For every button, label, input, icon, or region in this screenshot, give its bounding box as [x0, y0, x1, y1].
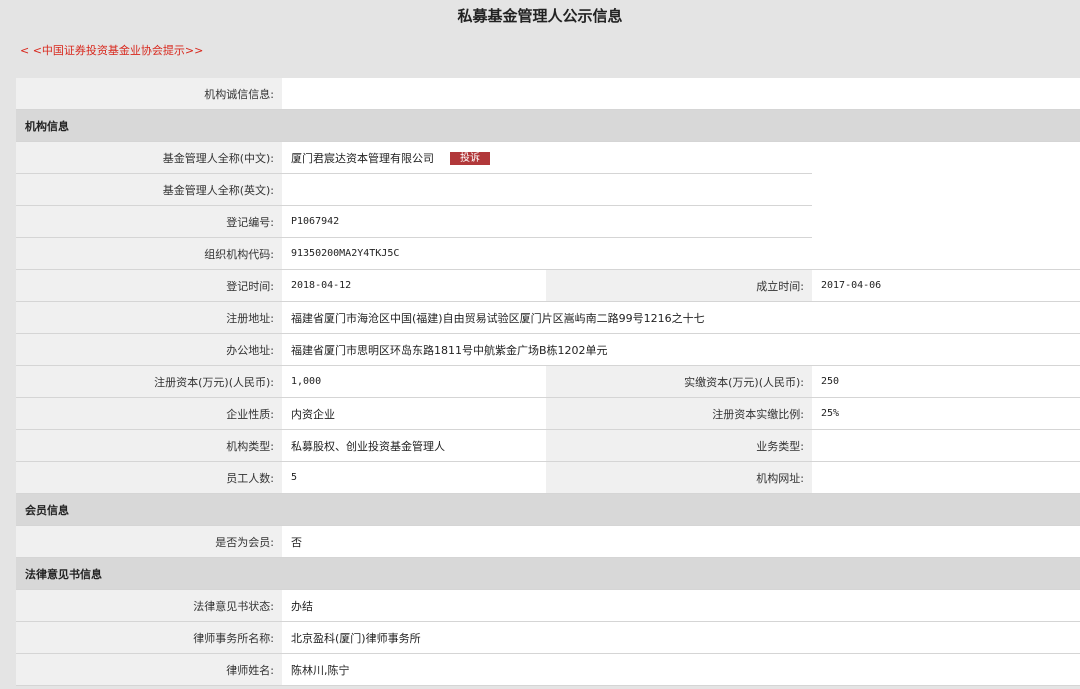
value-office-addr: 福建省厦门市思明区环岛东路1811号中航紫金广场B栋1202单元	[282, 333, 1080, 366]
label-org-code: 组织机构代码:	[16, 237, 282, 270]
back-link[interactable]: < <中国证券投资基金业协会提示>>	[20, 43, 203, 59]
label-integrity: 机构诚信信息:	[16, 78, 282, 110]
value-staff: 5	[282, 461, 546, 494]
value-reg-addr: 福建省厦门市海沧区中国(福建)自由贸易试验区厦门片区嵩屿南二路99号1216之十…	[282, 301, 1080, 334]
section-title-member: 会员信息	[16, 493, 1080, 526]
label-name-cn: 基金管理人全称(中文):	[16, 141, 282, 174]
label-office-addr: 办公地址:	[16, 333, 282, 366]
label-legal-status: 法律意见书状态:	[16, 589, 282, 622]
row-dates: 登记时间: 2018-04-12 成立时间: 2017-04-06	[16, 269, 1080, 302]
row-type: 机构类型: 私募股权、创业投资基金管理人 业务类型:	[16, 429, 1080, 462]
value-website	[812, 461, 1080, 494]
value-integrity	[282, 78, 1080, 110]
label-name-en: 基金管理人全称(英文):	[16, 173, 282, 206]
label-reg-no: 登记编号:	[16, 205, 282, 238]
info-table: 机构诚信信息: 机构信息 基金管理人全称(中文): 厦门君宸达资本管理有限公司 投…	[16, 78, 1080, 686]
value-reg-date: 2018-04-12	[282, 269, 546, 302]
value-paid-ratio: 25%	[812, 397, 1080, 430]
value-reg-capital: 1,000	[282, 365, 546, 398]
label-paid-ratio: 注册资本实缴比例:	[546, 397, 812, 430]
label-staff: 员工人数:	[16, 461, 282, 494]
value-legal-status: 办结	[282, 589, 1080, 622]
value-is-member: 否	[282, 525, 1080, 558]
row-lawyer: 律师姓名: 陈林川,陈宁	[16, 653, 1080, 686]
section-title-legal: 法律意见书信息	[16, 557, 1080, 590]
value-found-date: 2017-04-06	[812, 269, 1080, 302]
value-type: 私募股权、创业投资基金管理人	[282, 429, 546, 462]
label-reg-addr: 注册地址:	[16, 301, 282, 334]
label-paid-capital: 实缴资本(万元)(人民币):	[546, 365, 812, 398]
section-header-member: 会员信息	[16, 493, 1080, 526]
label-found-date: 成立时间:	[546, 269, 812, 302]
section-header-legal: 法律意见书信息	[16, 557, 1080, 590]
row-name-cn: 基金管理人全称(中文): 厦门君宸达资本管理有限公司 投诉	[16, 141, 1080, 270]
row-staff: 员工人数: 5 机构网址:	[16, 461, 1080, 494]
complain-button[interactable]: 投诉	[450, 152, 490, 165]
row-integrity: 机构诚信信息:	[16, 78, 1080, 110]
value-name-en	[282, 173, 812, 206]
value-reg-no: P1067942	[282, 205, 812, 238]
label-biz-type: 业务类型:	[546, 429, 812, 462]
section-title-org: 机构信息	[16, 109, 1080, 142]
label-lawyer: 律师姓名:	[16, 653, 282, 686]
label-reg-capital: 注册资本(万元)(人民币):	[16, 365, 282, 398]
value-lawyer: 陈林川,陈宁	[282, 653, 1080, 686]
label-type: 机构类型:	[16, 429, 282, 462]
label-reg-date: 登记时间:	[16, 269, 282, 302]
label-nature: 企业性质:	[16, 397, 282, 430]
value-name-cn-cell: 厦门君宸达资本管理有限公司 投诉	[282, 141, 812, 174]
label-law-firm: 律师事务所名称:	[16, 621, 282, 654]
value-paid-capital: 250	[812, 365, 1080, 398]
value-law-firm: 北京盈科(厦门)律师事务所	[282, 621, 1080, 654]
value-nature: 内资企业	[282, 397, 546, 430]
value-name-cn: 厦门君宸达资本管理有限公司	[291, 151, 434, 165]
label-is-member: 是否为会员:	[16, 525, 282, 558]
row-office-addr: 办公地址: 福建省厦门市思明区环岛东路1811号中航紫金广场B栋1202单元	[16, 333, 1080, 366]
row-is-member: 是否为会员: 否	[16, 525, 1080, 558]
blank-side-cell	[812, 141, 1080, 270]
page-title: 私募基金管理人公示信息	[457, 7, 623, 25]
label-website: 机构网址:	[546, 461, 812, 494]
section-header-org: 机构信息	[16, 109, 1080, 142]
row-law-firm: 律师事务所名称: 北京盈科(厦门)律师事务所	[16, 621, 1080, 654]
row-capital: 注册资本(万元)(人民币): 1,000 实缴资本(万元)(人民币): 250	[16, 365, 1080, 398]
row-nature: 企业性质: 内资企业 注册资本实缴比例: 25%	[16, 397, 1080, 430]
value-biz-type	[812, 429, 1080, 462]
row-legal-status: 法律意见书状态: 办结	[16, 589, 1080, 622]
row-reg-addr: 注册地址: 福建省厦门市海沧区中国(福建)自由贸易试验区厦门片区嵩屿南二路99号…	[16, 301, 1080, 334]
value-org-code: 91350200MA2Y4TKJ5C	[282, 237, 812, 270]
